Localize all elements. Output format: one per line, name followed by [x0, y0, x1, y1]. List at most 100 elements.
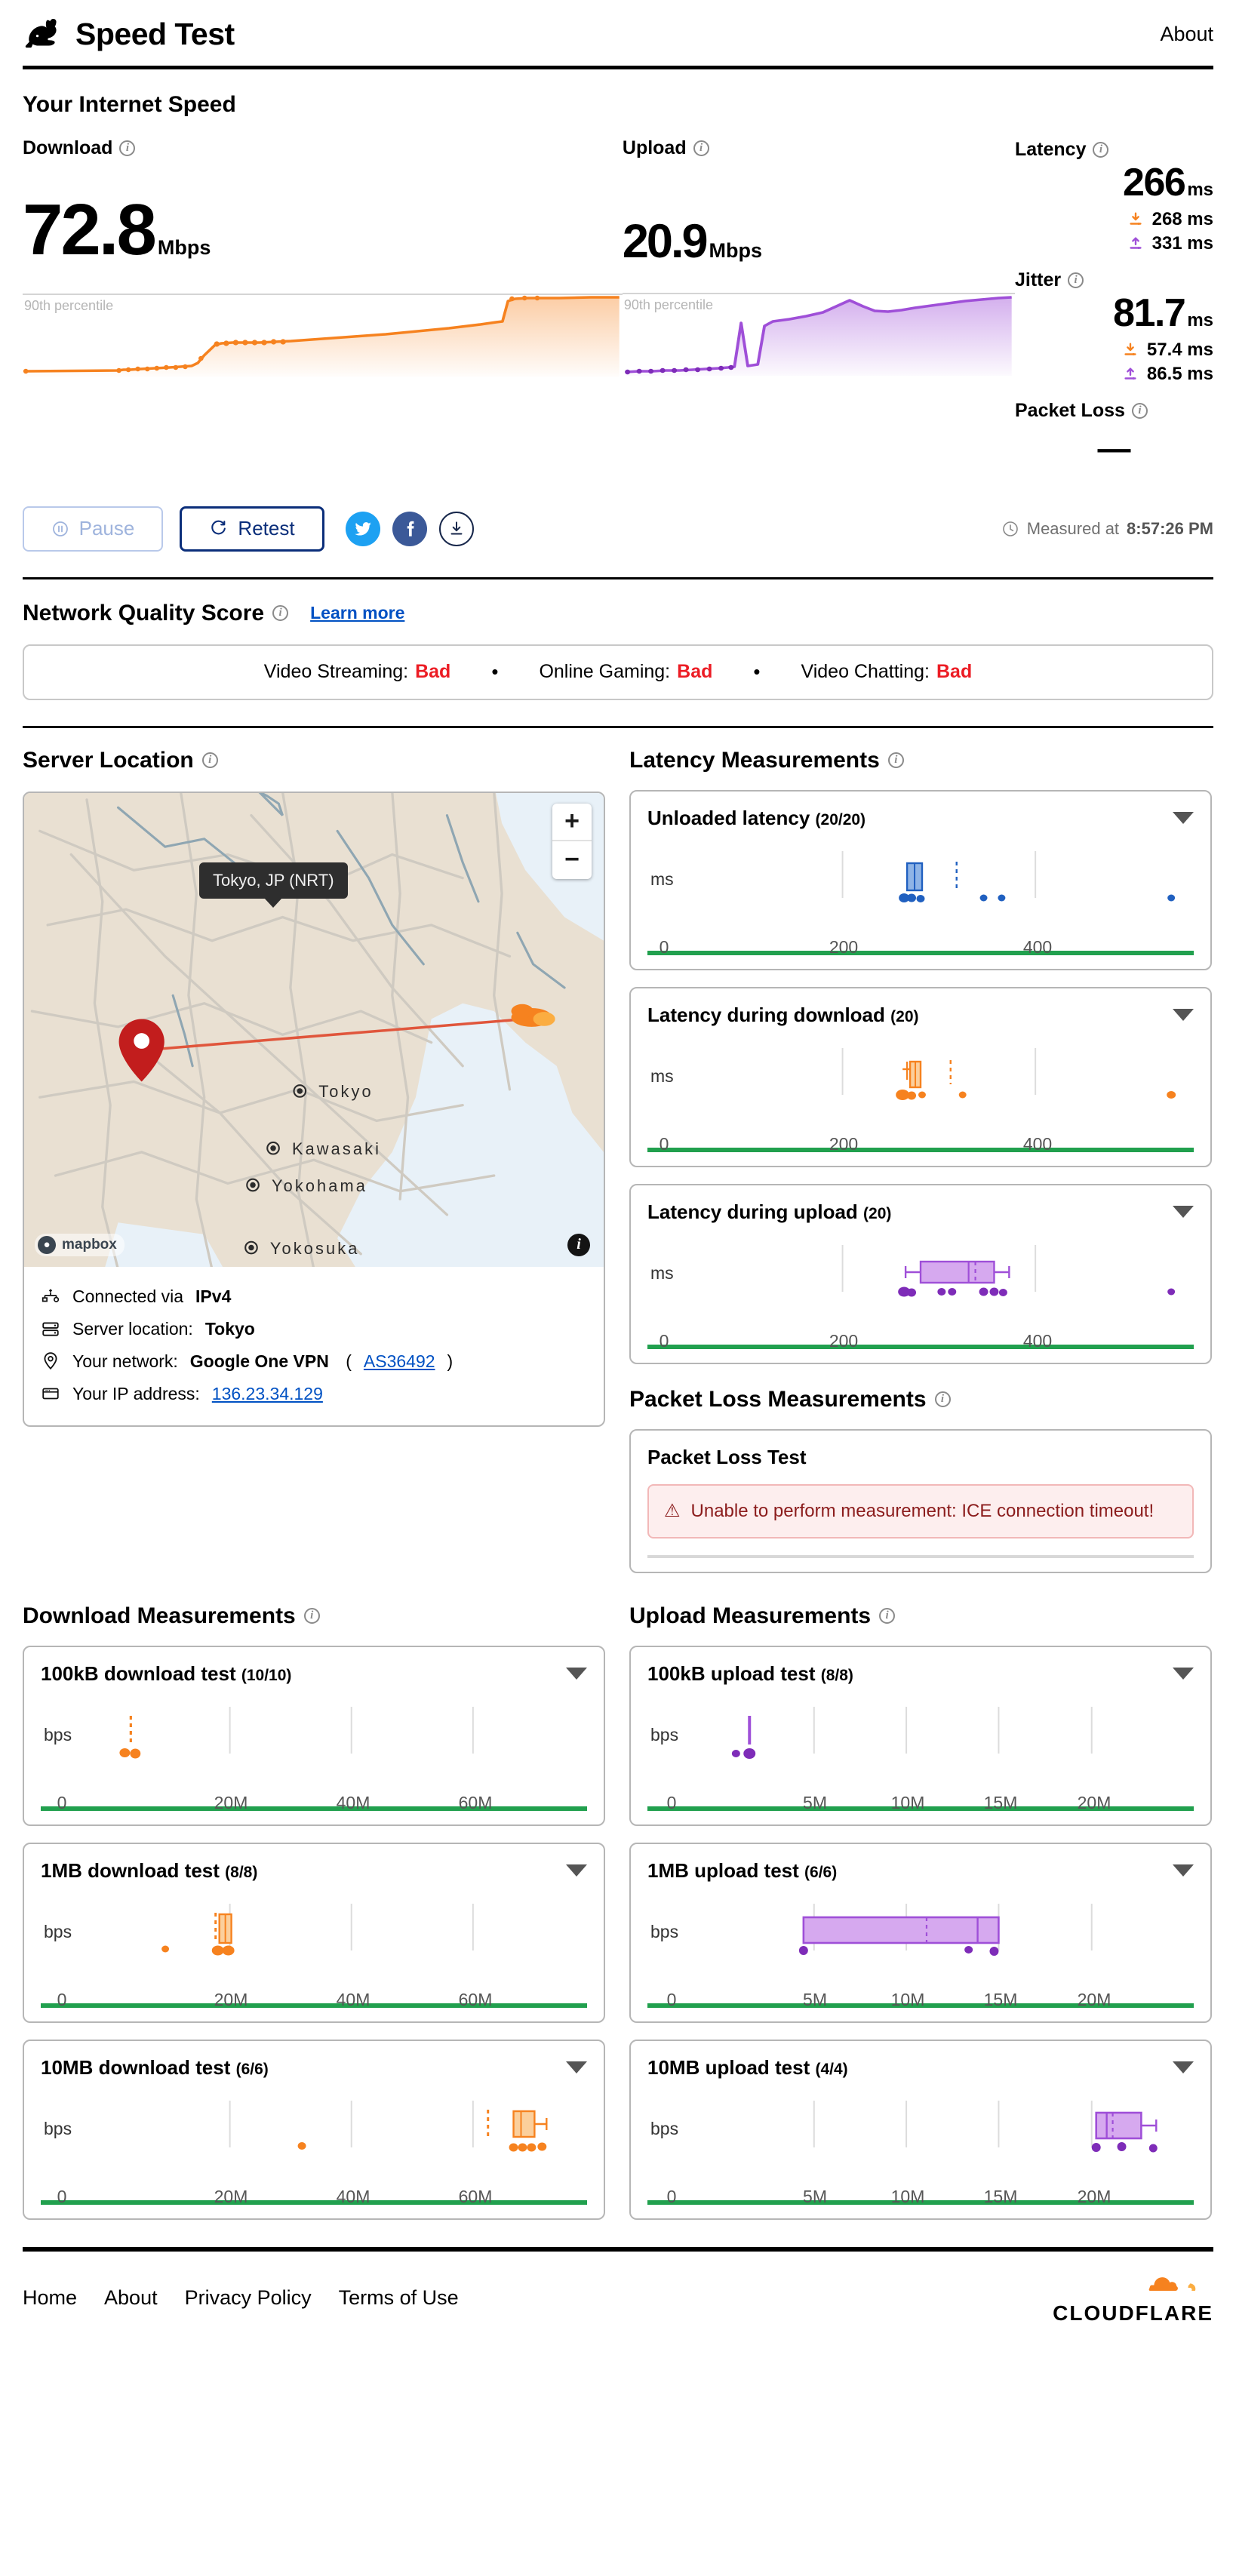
- learn-more-link[interactable]: Learn more: [310, 603, 404, 623]
- map-zoom-out-button[interactable]: −: [552, 841, 592, 879]
- card-header[interactable]: 1MB upload test (6/6): [647, 1859, 1194, 1883]
- cloudflare-logo: CLOUDFLARE: [1053, 2271, 1213, 2325]
- chevron-down-icon[interactable]: [1173, 812, 1194, 825]
- brand: Speed Test: [23, 17, 235, 52]
- card-unloaded-latency[interactable]: Unloaded latency (20/20) ms 0 200 400: [629, 789, 1212, 970]
- card-title-row: 1MB download test (8/8): [41, 1859, 257, 1883]
- measured-prefix: Measured at: [1026, 518, 1120, 538]
- card-100kb-download[interactable]: 100kB download test (10/10) bps 0 20M 40…: [23, 1645, 605, 1826]
- info-icon[interactable]: i: [303, 1608, 320, 1625]
- tick: 20M: [214, 1989, 248, 2009]
- progress-bar: [647, 1554, 1194, 1558]
- network-icon: [42, 1289, 60, 1303]
- card-header[interactable]: Unloaded latency (20/20): [647, 807, 1194, 830]
- tick: 40M: [336, 2186, 370, 2206]
- footer-link-home[interactable]: Home: [23, 2286, 77, 2310]
- packet-loss-title-text: Packet Loss Measurements: [629, 1386, 927, 1412]
- tick: 10M: [890, 1989, 925, 2009]
- upload-value-row: 20.9 Mbps: [623, 218, 1015, 266]
- facebook-icon: [407, 521, 414, 536]
- map-view[interactable]: Tokyo Kawasaki Yokohama Yokosuka + − Tok…: [24, 792, 604, 1267]
- jitter-value: 81.7: [1113, 290, 1186, 335]
- chevron-down-icon[interactable]: [566, 2061, 587, 2074]
- asn-link[interactable]: AS36492: [364, 1351, 435, 1372]
- chevron-down-icon[interactable]: [1173, 2061, 1194, 2074]
- about-link[interactable]: About: [1160, 23, 1213, 46]
- footer-link-privacy-policy[interactable]: Privacy Policy: [185, 2286, 312, 2310]
- info-icon[interactable]: i: [879, 1608, 896, 1625]
- chevron-down-icon[interactable]: [1173, 1668, 1194, 1680]
- tick: 60M: [458, 1989, 493, 2009]
- card-header[interactable]: 100kB download test (10/10): [41, 1662, 587, 1686]
- download-icon: [450, 521, 463, 535]
- card-10mb-upload[interactable]: 10MB upload test (4/4) bps 0 5M 10M 15M …: [629, 2039, 1212, 2220]
- map-info-icon[interactable]: i: [567, 1233, 590, 1256]
- footer: Home About Privacy Policy Terms of Use C…: [0, 2252, 1236, 2348]
- info-icon[interactable]: i: [1131, 402, 1148, 419]
- twitter-share-button[interactable]: [346, 511, 380, 546]
- plot-10mb-upload: bps 0 5M 10M 15M 20M: [647, 2093, 1194, 2206]
- latency-download-value: 268 ms: [1151, 208, 1213, 229]
- upload-value: 20.9: [622, 215, 709, 268]
- chevron-down-icon[interactable]: [566, 1864, 587, 1877]
- chevron-down-icon[interactable]: [1173, 1206, 1194, 1219]
- measured-time: 8:57:26 PM: [1127, 518, 1213, 538]
- info-icon[interactable]: i: [887, 752, 904, 769]
- map-zoom-in-button[interactable]: +: [552, 804, 592, 841]
- jitter-unit: ms: [1187, 309, 1213, 330]
- map-zoom-controls[interactable]: + −: [552, 803, 592, 879]
- network-details-list: Connected via IPv4 Server location: Toky…: [24, 1267, 604, 1425]
- jitter-upload-value: 86.5 ms: [1146, 363, 1213, 384]
- card-10mb-download[interactable]: 10MB download test (6/6) bps 0 20M 40M 6…: [23, 2039, 605, 2220]
- info-icon[interactable]: i: [1093, 142, 1109, 158]
- jitter-download-row: 57.4 ms: [1015, 340, 1213, 361]
- info-icon[interactable]: i: [272, 605, 289, 622]
- card-latency-during-upload[interactable]: Latency during upload (20) ms 0 200 400: [629, 1183, 1212, 1364]
- chevron-down-icon[interactable]: [566, 1668, 587, 1680]
- pause-button[interactable]: Pause: [23, 506, 163, 552]
- latency-download-row: 268 ms: [1015, 209, 1213, 230]
- tick: 20M: [1077, 1792, 1111, 1812]
- retest-label: Retest: [238, 517, 295, 540]
- retest-button[interactable]: Retest: [180, 506, 324, 552]
- packet-loss-card-title: Packet Loss Test: [647, 1445, 807, 1468]
- info-icon[interactable]: i: [119, 140, 136, 156]
- rabbit-icon: [25, 18, 57, 48]
- tick: 60M: [458, 2186, 493, 2206]
- chevron-down-icon[interactable]: [1173, 1864, 1194, 1877]
- latency-value-row: 266 ms: [1015, 161, 1213, 206]
- card-1mb-download[interactable]: 1MB download test (8/8) bps 0 20M 40M 60…: [23, 1842, 605, 2023]
- tick: 0: [666, 1792, 677, 1812]
- tick: 15M: [983, 1989, 1018, 2009]
- tick: 0: [57, 1989, 67, 2009]
- tick: 40M: [336, 1792, 370, 1812]
- info-icon[interactable]: i: [693, 140, 709, 156]
- chevron-down-icon[interactable]: [1173, 1009, 1194, 1022]
- card-header[interactable]: 100kB upload test (8/8): [647, 1662, 1194, 1686]
- card-title: 1MB download test: [41, 1858, 220, 1882]
- download-results-button[interactable]: [439, 511, 474, 546]
- card-header[interactable]: Latency during download (20): [647, 1004, 1194, 1027]
- facebook-share-button[interactable]: [392, 511, 427, 546]
- card-header[interactable]: 1MB download test (8/8): [41, 1859, 587, 1883]
- ip-link[interactable]: 136.23.34.129: [212, 1384, 323, 1404]
- tick: 400: [1022, 936, 1053, 957]
- card-header[interactable]: Latency during upload (20): [647, 1200, 1194, 1224]
- card-header[interactable]: 10MB upload test (4/4): [647, 2056, 1194, 2080]
- mapbox-attribution[interactable]: ● mapbox: [35, 1233, 125, 1256]
- card-latency-during-download[interactable]: Latency during download (20) ms 0 200 40…: [629, 986, 1212, 1167]
- info-icon[interactable]: i: [1068, 272, 1084, 288]
- packet-loss-measurements-title: Packet Loss Measurements i: [629, 1387, 1212, 1412]
- footer-link-about[interactable]: About: [104, 2286, 158, 2310]
- info-icon[interactable]: i: [934, 1391, 951, 1408]
- card-100kb-upload[interactable]: 100kB upload test (8/8) bps 0 5M 10M 15M…: [629, 1645, 1212, 1826]
- latency-unit: ms: [1187, 180, 1213, 200]
- info-icon[interactable]: i: [201, 752, 218, 769]
- footer-link-terms-of-use[interactable]: Terms of Use: [339, 2286, 459, 2310]
- tick: 20M: [214, 1792, 248, 1812]
- card-header[interactable]: 10MB download test (6/6): [41, 2056, 587, 2080]
- tick: 10M: [890, 1792, 925, 1812]
- card-1mb-upload[interactable]: 1MB upload test (6/6) bps 0 5M 10M 15M 2…: [629, 1842, 1212, 2023]
- tick: 0: [57, 2186, 67, 2206]
- card-count: (8/8): [225, 1863, 258, 1881]
